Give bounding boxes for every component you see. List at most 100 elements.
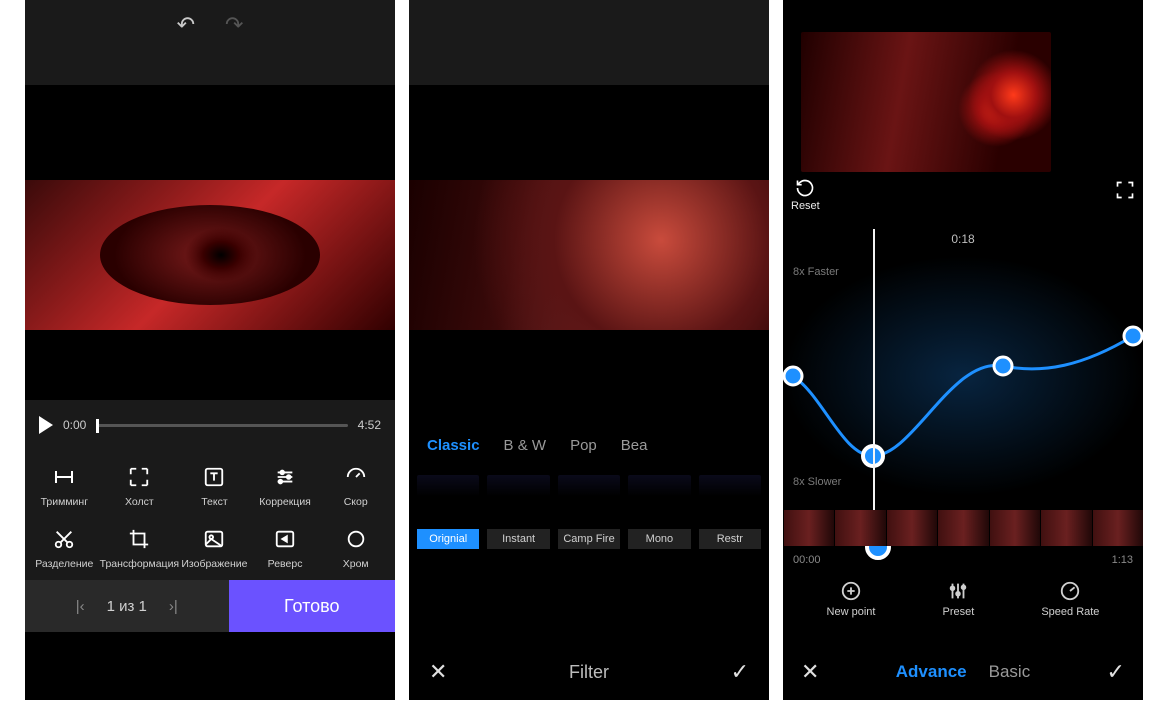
scrubber-handle[interactable] bbox=[96, 419, 99, 433]
tool-speed[interactable]: Скор bbox=[320, 464, 391, 508]
filter-thumb[interactable]: Camp Fire bbox=[558, 475, 620, 549]
panel-title: Filter bbox=[569, 662, 609, 683]
scissors-icon bbox=[51, 526, 77, 552]
mode-tabs: Advance Basic bbox=[896, 662, 1030, 682]
tool-chroma[interactable]: Хром bbox=[320, 526, 391, 570]
fullscreen-icon[interactable] bbox=[1115, 180, 1135, 205]
tab-basic[interactable]: Basic bbox=[989, 662, 1031, 682]
tool-image[interactable]: Изображение bbox=[179, 526, 250, 570]
tool-label: Коррекция bbox=[259, 496, 311, 508]
scrubber[interactable] bbox=[96, 424, 347, 427]
tool-canvas[interactable]: Холст bbox=[100, 464, 180, 508]
player-bar: 0:00 4:52 bbox=[25, 400, 395, 450]
filter-thumb-label: Orignial bbox=[417, 529, 479, 549]
top-strip-2 bbox=[409, 0, 769, 85]
tool-label: Скор bbox=[344, 496, 368, 508]
curve-point[interactable] bbox=[994, 357, 1012, 375]
time-range: 00:00 1:13 bbox=[783, 554, 1143, 566]
playhead-time: 0:18 bbox=[951, 232, 974, 246]
panel-speed-curve: Reset 0:18 8x Faster 8x Slower bbox=[783, 0, 1143, 700]
reset-label: Reset bbox=[791, 200, 820, 212]
tool-new-point[interactable]: New point bbox=[827, 580, 876, 618]
tab-advance[interactable]: Advance bbox=[896, 662, 967, 682]
pager: |‹ 1 из 1 ›| bbox=[25, 580, 229, 632]
tab-bw[interactable]: B & W bbox=[504, 437, 547, 454]
text-icon bbox=[201, 464, 227, 490]
time-total: 4:52 bbox=[358, 418, 381, 432]
filter-thumb[interactable]: Instant bbox=[487, 475, 549, 549]
tool-label: Реверс bbox=[268, 558, 303, 570]
done-button[interactable]: Готово bbox=[229, 580, 396, 632]
confirm-icon[interactable]: ✓ bbox=[1107, 659, 1125, 685]
reset-icon bbox=[795, 178, 815, 198]
filter-thumb-img bbox=[699, 475, 761, 529]
filter-thumb-label: Mono bbox=[628, 529, 690, 549]
filter-thumb-img bbox=[628, 475, 690, 529]
tool-reverse[interactable]: Реверс bbox=[250, 526, 321, 570]
close-icon[interactable]: ✕ bbox=[801, 659, 819, 685]
preview-video-3 bbox=[801, 32, 1051, 172]
pager-prev-icon[interactable]: |‹ bbox=[76, 598, 85, 615]
speed-curve-chart[interactable] bbox=[783, 256, 1143, 496]
timeline-clip bbox=[937, 510, 988, 546]
timeline-clip bbox=[834, 510, 885, 546]
undo-icon[interactable]: ↶ bbox=[177, 12, 195, 38]
tool-speed-rate[interactable]: Speed Rate bbox=[1041, 580, 1099, 618]
confirm-icon[interactable]: ✓ bbox=[731, 659, 749, 685]
tool-label: Трансформация bbox=[100, 558, 180, 570]
panel-filter: Classic B & W Pop Bea Orignial Instant C… bbox=[409, 0, 769, 700]
tool-text[interactable]: Текст bbox=[179, 464, 250, 508]
reset-button[interactable]: Reset bbox=[791, 178, 820, 212]
timeline-clip bbox=[1040, 510, 1091, 546]
preview-video-2 bbox=[409, 180, 769, 330]
tab-bea[interactable]: Bea bbox=[621, 437, 648, 454]
filter-thumb-img bbox=[558, 475, 620, 529]
trimming-icon bbox=[51, 464, 77, 490]
tool-label: Изображение bbox=[181, 558, 247, 570]
filter-thumb[interactable]: Mono bbox=[628, 475, 690, 549]
time-end: 1:13 bbox=[1112, 554, 1133, 566]
history-bar: ↶ ↷ bbox=[25, 0, 395, 85]
tool-transform[interactable]: Трансформация bbox=[100, 526, 180, 570]
speed-curve-area[interactable]: 0:18 8x Faster 8x Slower bbox=[783, 226, 1143, 506]
preview-video-1 bbox=[25, 180, 395, 330]
play-icon[interactable] bbox=[39, 416, 53, 434]
crop-icon bbox=[126, 526, 152, 552]
preview-image bbox=[100, 205, 320, 305]
timeline-clip bbox=[886, 510, 937, 546]
tab-classic[interactable]: Classic bbox=[427, 437, 480, 454]
timeline-strip[interactable] bbox=[783, 510, 1143, 546]
filter-thumb-label: Instant bbox=[487, 529, 549, 549]
time-current: 0:00 bbox=[63, 418, 86, 432]
curve-point[interactable] bbox=[1124, 327, 1142, 345]
speed-tools: New point Preset Speed Rate bbox=[783, 580, 1143, 618]
redo-icon[interactable]: ↷ bbox=[225, 12, 243, 38]
tool-correction[interactable]: Коррекция bbox=[250, 464, 321, 508]
filter-thumb[interactable]: Restr bbox=[699, 475, 761, 549]
tool-label: Preset bbox=[942, 606, 974, 618]
timeline-clip bbox=[989, 510, 1040, 546]
tool-preset[interactable]: Preset bbox=[942, 580, 974, 618]
timeline-clip bbox=[1092, 510, 1143, 546]
filter-thumb-label: Camp Fire bbox=[558, 529, 620, 549]
reverse-icon bbox=[272, 526, 298, 552]
chroma-icon bbox=[343, 526, 369, 552]
filter-thumbs: Orignial Instant Camp Fire Mono Restr bbox=[409, 475, 769, 549]
panel-editor: ↶ ↷ 0:00 4:52 Тримминг bbox=[25, 0, 395, 700]
filter-thumb[interactable]: Orignial bbox=[417, 475, 479, 549]
pager-next-icon[interactable]: ›| bbox=[169, 598, 178, 615]
playhead[interactable] bbox=[873, 229, 875, 551]
tool-label: Холст bbox=[125, 496, 154, 508]
timeline-clip bbox=[783, 510, 834, 546]
time-start: 00:00 bbox=[793, 554, 821, 566]
p3-preview-area bbox=[783, 0, 1143, 180]
close-icon[interactable]: ✕ bbox=[429, 659, 447, 685]
sliders-icon bbox=[272, 464, 298, 490]
tool-label: Speed Rate bbox=[1041, 606, 1099, 618]
tab-pop[interactable]: Pop bbox=[570, 437, 597, 454]
curve-point[interactable] bbox=[784, 367, 802, 385]
tool-split[interactable]: Разделение bbox=[29, 526, 100, 570]
pager-label: 1 из 1 bbox=[107, 598, 147, 615]
speedometer-icon bbox=[1059, 580, 1081, 602]
tool-trimming[interactable]: Тримминг bbox=[29, 464, 100, 508]
